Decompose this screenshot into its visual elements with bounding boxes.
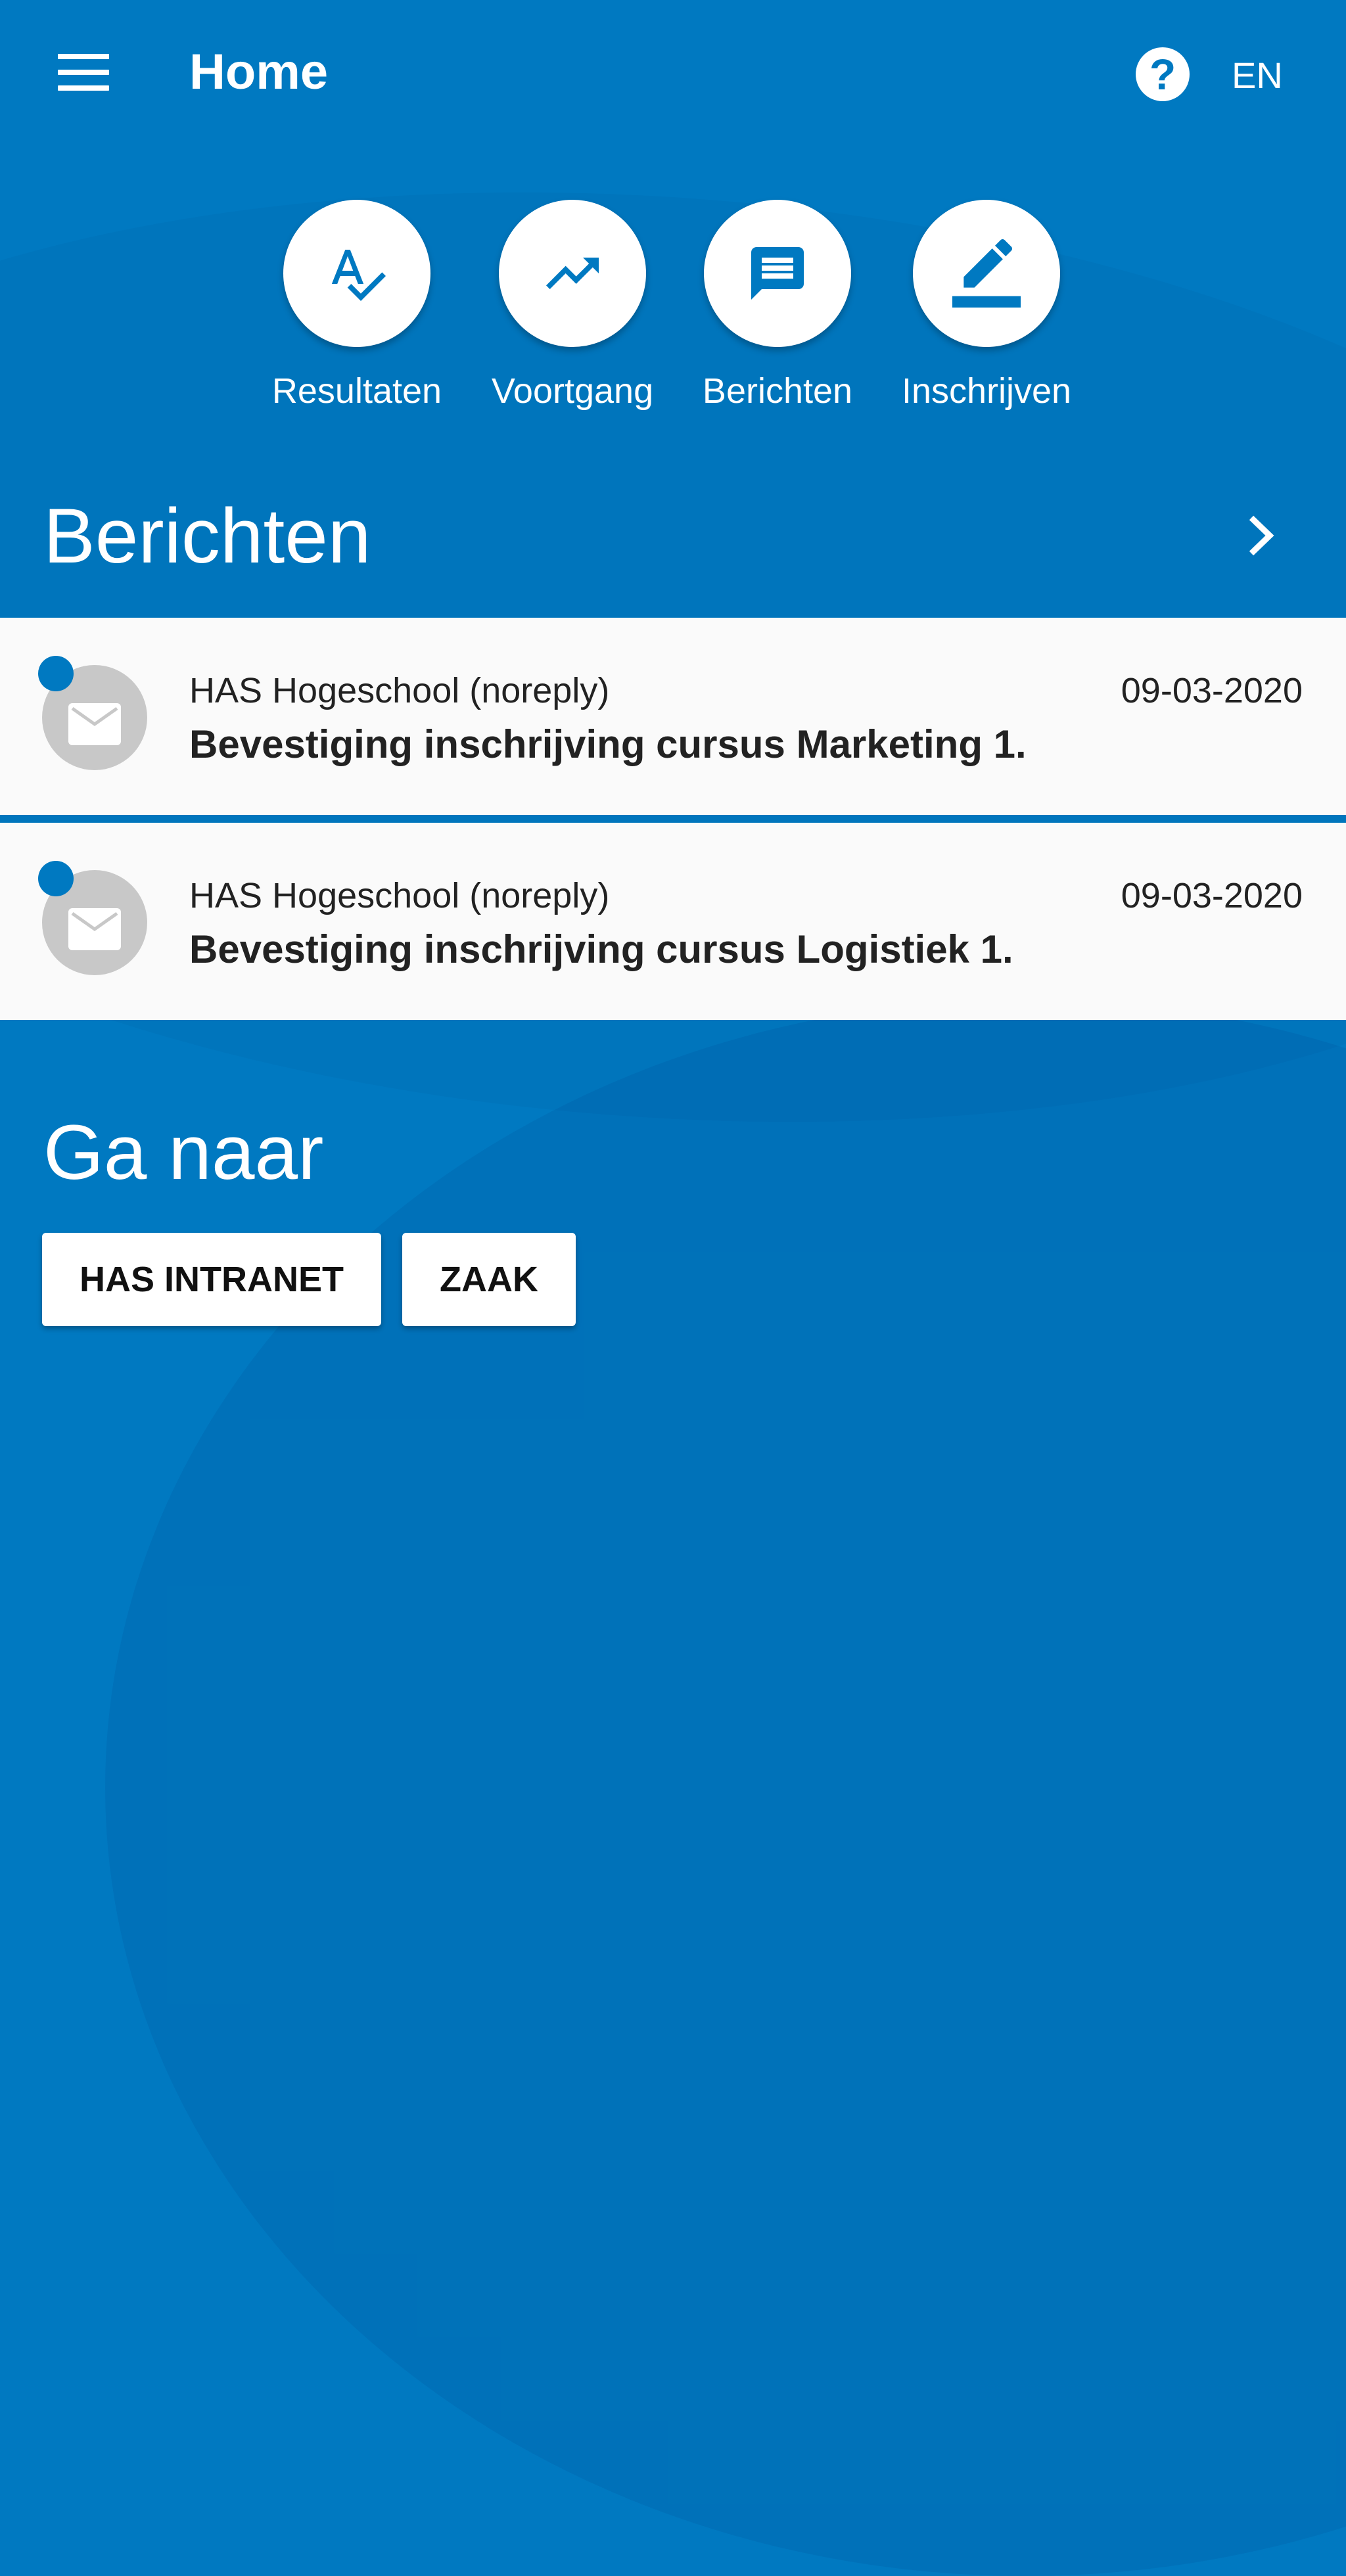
quick-action-berichten[interactable]: Berichten xyxy=(692,200,863,411)
message-sender: HAS Hogeschool (noreply) xyxy=(189,671,610,710)
section-title-ga-naar: Ga naar xyxy=(43,1109,324,1196)
quick-action-label: Voortgang xyxy=(491,371,654,411)
quick-action-voortgang[interactable]: Voortgang xyxy=(487,200,658,411)
message-date: 09-03-2020 xyxy=(1121,876,1303,915)
spellcheck-icon xyxy=(283,200,430,347)
message-date: 09-03-2020 xyxy=(1121,671,1303,710)
message-item[interactable]: HAS Hogeschool (noreply) 09-03-2020 Beve… xyxy=(0,823,1346,1020)
top-app-bar: Home ? EN xyxy=(0,0,1346,151)
message-sender: HAS Hogeschool (noreply) xyxy=(189,876,610,915)
unread-indicator xyxy=(38,656,74,691)
page-title: Home xyxy=(189,44,329,100)
chevron-right-icon[interactable] xyxy=(1242,513,1282,559)
mail-icon xyxy=(68,703,121,748)
quick-action-label: Resultaten xyxy=(271,371,442,411)
language-toggle[interactable]: EN xyxy=(1232,54,1283,97)
has-intranet-button[interactable]: HAS INTRANET xyxy=(42,1233,381,1326)
zaak-button[interactable]: ZAAK xyxy=(402,1233,576,1326)
trending-up-icon xyxy=(499,200,646,347)
message-item[interactable]: HAS Hogeschool (noreply) 09-03-2020 Beve… xyxy=(0,618,1346,815)
mail-icon xyxy=(68,908,121,954)
message-subject: Bevestiging inschrijving cursus Marketin… xyxy=(189,722,1027,766)
message-icon xyxy=(704,200,851,347)
message-subject: Bevestiging inschrijving cursus Logistie… xyxy=(189,927,1013,971)
help-icon[interactable]: ? xyxy=(1136,47,1190,101)
quick-action-inschrijven[interactable]: Inschrijven xyxy=(901,200,1072,411)
section-title-berichten: Berichten xyxy=(43,493,371,580)
unread-indicator xyxy=(38,861,74,896)
quick-action-label: Inschrijven xyxy=(901,371,1072,411)
quick-action-resultaten[interactable]: Resultaten xyxy=(271,200,442,411)
quick-action-label: Berichten xyxy=(702,371,853,411)
edit-icon xyxy=(913,200,1060,347)
menu-icon[interactable] xyxy=(58,54,109,91)
